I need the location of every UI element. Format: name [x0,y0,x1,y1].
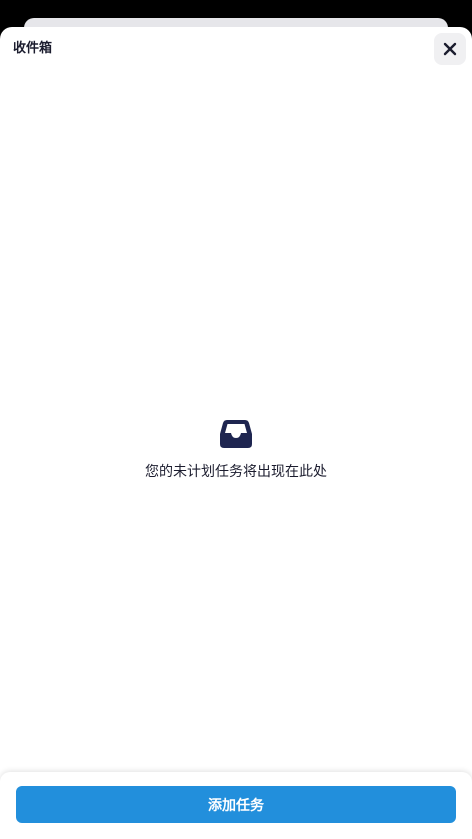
close-button[interactable] [434,33,466,65]
footer-bar: 添加任务 [0,772,472,839]
empty-state-message: 您的未计划任务将出现在此处 [145,464,327,480]
inbox-icon [220,420,252,448]
sheet-title: 收件箱 [13,41,53,56]
close-icon [443,42,457,56]
inbox-sheet: 收件箱 您的未计划任务将出现在此处 添加任务 [0,27,472,839]
sheet-header: 收件箱 [0,27,472,71]
empty-state: 您的未计划任务将出现在此处 [0,419,472,481]
add-task-button[interactable]: 添加任务 [16,786,456,823]
